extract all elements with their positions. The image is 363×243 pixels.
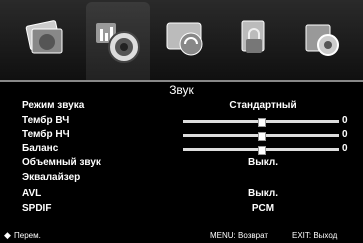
footer-menu-hint: MENU: Возврат: [210, 231, 268, 240]
menu-row-value: Выкл.: [247, 157, 279, 168]
menu-row-label: Тембр ВЧ: [22, 115, 70, 126]
menu-row-label: Режим звука: [22, 100, 85, 111]
footer-hint-bar: ◆ Перем. MENU: Возврат EXIT: Выход: [0, 230, 363, 243]
lock-icon: [241, 20, 265, 53]
footer-exit-hint: EXIT: Выход: [292, 231, 338, 240]
tab-setup[interactable]: [290, 6, 354, 72]
menu-tab-bar: [0, 0, 363, 80]
slider-value: 0: [342, 115, 348, 126]
menu-row-sound-mode[interactable]: Режим звука Стандартный: [0, 100, 363, 112]
menu-row-label: Тембр НЧ: [22, 129, 70, 140]
bass-slider[interactable]: [183, 132, 339, 141]
picture-icon: [25, 20, 63, 54]
balance-slider[interactable]: [183, 146, 339, 155]
channel-icon: [166, 22, 203, 56]
menu-row-avl[interactable]: AVL Выкл.: [0, 188, 363, 200]
menu-row-label: Объемный звук: [22, 157, 101, 168]
tab-picture[interactable]: [12, 6, 76, 72]
menu-row-label: AVL: [22, 188, 42, 199]
slider-knob[interactable]: [258, 118, 266, 127]
navigate-arrows-icon: ◆: [4, 230, 11, 240]
menu-row-balance[interactable]: Баланс 0: [0, 143, 363, 155]
slider-value: 0: [342, 129, 348, 140]
slider-knob[interactable]: [258, 132, 266, 141]
slider-value: 0: [342, 143, 348, 154]
menu-row-spdif[interactable]: SPDIF PCM: [0, 203, 363, 215]
page-title: Звук: [169, 83, 194, 97]
menu-row-value: Стандартный: [229, 100, 297, 111]
menu-row-bass[interactable]: Тембр НЧ 0: [0, 129, 363, 141]
menu-row-label: Эквалайзер: [22, 172, 81, 183]
setup-icon: [305, 24, 339, 56]
menu-row-treble[interactable]: Тембр ВЧ 0: [0, 115, 363, 127]
tab-sound[interactable]: [86, 2, 150, 80]
footer-move-hint: Перем.: [14, 231, 41, 240]
menu-row-label: SPDIF: [22, 203, 52, 214]
slider-knob[interactable]: [258, 146, 266, 155]
tab-lock[interactable]: [222, 6, 286, 72]
menu-row-value: Выкл.: [247, 188, 279, 199]
menu-row-surround[interactable]: Объемный звук Выкл.: [0, 157, 363, 169]
menu-row-value: PCM: [251, 203, 275, 214]
treble-slider[interactable]: [183, 118, 339, 127]
sound-icon: [96, 23, 140, 63]
menu-row-equalizer[interactable]: Эквалайзер: [0, 172, 363, 184]
divider: [0, 80, 363, 82]
menu-row-label: Баланс: [22, 143, 59, 154]
tab-channel[interactable]: [154, 6, 218, 72]
